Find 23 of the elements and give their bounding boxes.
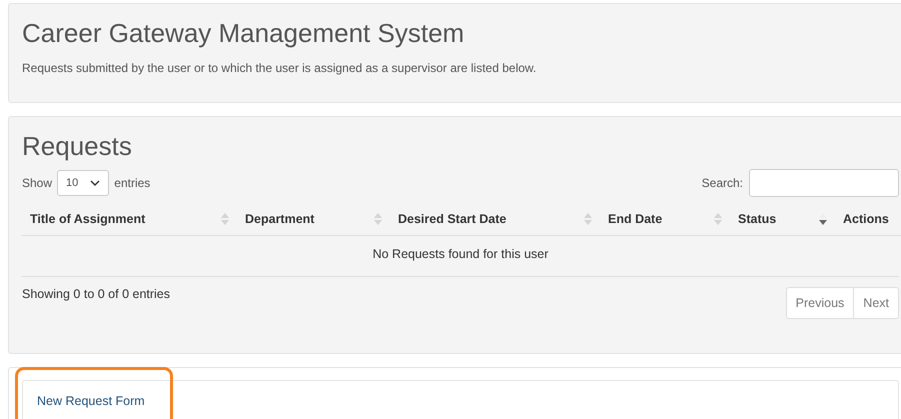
page-title: Career Gateway Management System <box>22 18 466 49</box>
empty-message: No Requests found for this user <box>372 247 548 261</box>
column-header[interactable]: Desired Start Date <box>390 203 600 235</box>
search-field[interactable] <box>749 169 899 197</box>
sort-icon <box>714 213 722 225</box>
search-label: Search: <box>702 176 743 190</box>
show-label: Show <box>22 176 52 190</box>
sort-icon <box>584 213 592 225</box>
entries-label: entries <box>114 176 150 190</box>
sort-icon <box>221 213 229 225</box>
sort-icon <box>374 213 382 225</box>
column-header[interactable]: Title of Assignment <box>22 203 237 235</box>
entries-select[interactable]: 10 <box>57 170 110 196</box>
sort-icon <box>819 213 827 225</box>
section-title: Requests <box>22 131 133 161</box>
new-request-link[interactable]: New Request Form <box>37 394 145 408</box>
chevron-down-icon <box>90 180 100 186</box>
column-header[interactable]: Actions <box>835 203 901 235</box>
column-header[interactable]: Status <box>730 203 835 235</box>
table-info: Showing 0 to 0 of 0 entries <box>22 287 170 303</box>
column-header[interactable]: Department <box>237 203 390 235</box>
column-header[interactable]: End Date <box>600 203 730 235</box>
page-description: Requests submitted by the user or to which the user is assigned as a supervisor are listed below. <box>22 61 538 75</box>
